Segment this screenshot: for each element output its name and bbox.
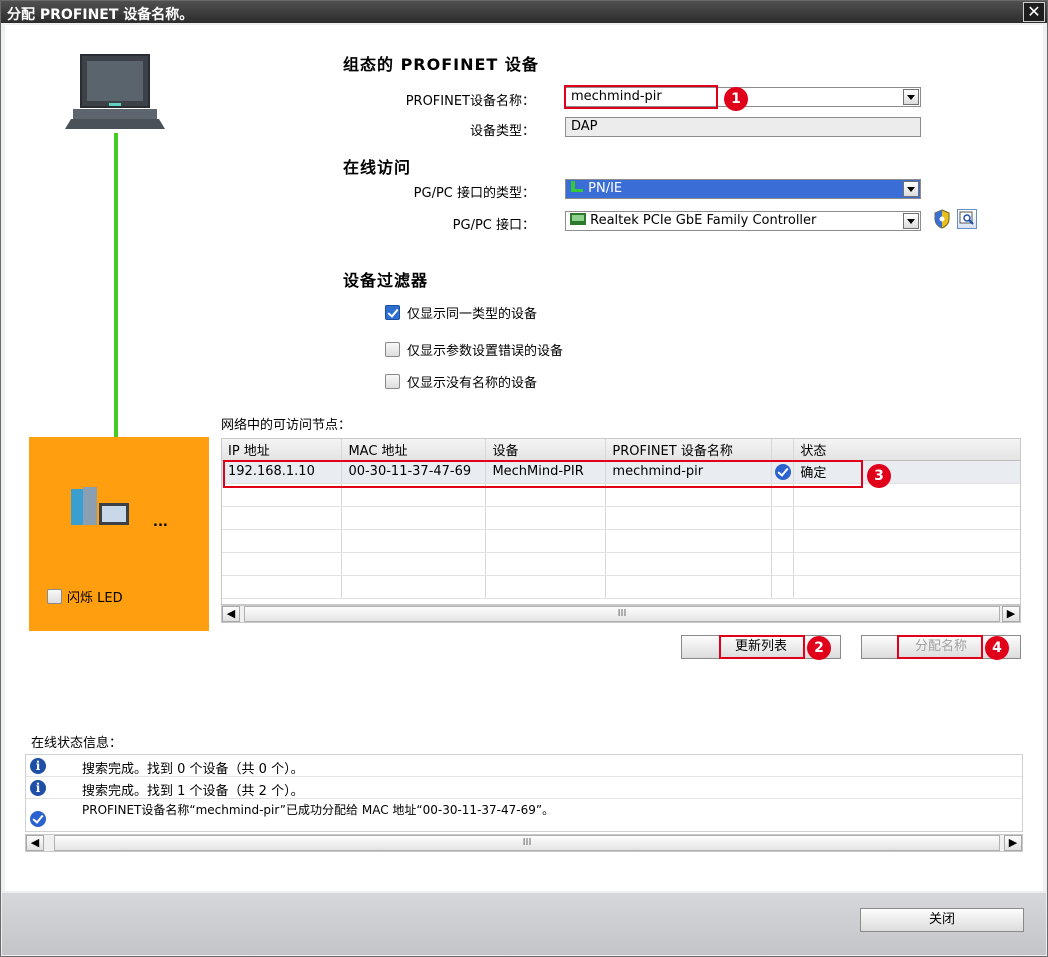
pgpc-interface-value: Realtek PCIe GbE Family Controller xyxy=(590,213,817,228)
status-list: i 搜索完成。找到 0 个设备（共 0 个）。 i 搜索完成。找到 1 个设备（… xyxy=(25,754,1023,832)
col-device-header[interactable]: 设备 xyxy=(485,439,607,461)
nodes-heading: 网络中的可访问节点： xyxy=(221,418,352,433)
pgpc-type-label: PG/PC 接口的类型： xyxy=(413,186,535,201)
device-type-label: 设备类型： xyxy=(469,124,535,139)
callout-box-3 xyxy=(223,460,863,488)
callout-badge-4: 4 xyxy=(985,636,1009,660)
table-row xyxy=(222,529,1020,553)
callout-box-2 xyxy=(719,635,805,659)
close-icon[interactable]: ✕ xyxy=(1023,2,1045,22)
filter-param-error-label: 仅显示参数设置错误的设备 xyxy=(407,344,564,359)
status-message: PROFINET设备名称“mechmind-pir”已成功分配给 MAC 地址“… xyxy=(82,803,555,817)
success-icon xyxy=(30,811,46,827)
dialog-content: ... 闪烁 LED 组态的 PROFINET 设备 PROFINET设备名称：… xyxy=(5,25,1043,891)
filter-no-name-checkbox[interactable] xyxy=(385,374,400,389)
scroll-right-icon[interactable]: ▶ xyxy=(1002,606,1020,622)
status-hscrollbar[interactable]: ◀ III ▶ xyxy=(25,834,1023,852)
scroll-thumb[interactable]: III xyxy=(244,606,1000,622)
configured-heading: 组态的 PROFINET 设备 xyxy=(343,55,539,74)
scroll-thumb[interactable]: III xyxy=(54,835,1000,851)
pgpc-interface-dropdown[interactable]: Realtek PCIe GbE Family Controller xyxy=(565,211,921,231)
flash-led-checkbox[interactable] xyxy=(47,589,62,604)
network-icon xyxy=(571,181,583,192)
device-icon xyxy=(71,487,129,525)
dialog-window: 分配 PROFINET 设备名称。 ✕ ... 闪烁 LED 组态的 PROFI… xyxy=(0,0,1048,957)
filter-param-error-checkbox[interactable] xyxy=(385,342,400,357)
col-ip-header[interactable]: IP 地址 xyxy=(222,439,343,461)
col-status-header[interactable]: 状态 xyxy=(793,439,1020,461)
list-item: i 搜索完成。找到 1 个设备（共 2 个）。 xyxy=(26,777,1022,799)
col-mac-header[interactable]: MAC 地址 xyxy=(341,439,487,461)
callout-box-1 xyxy=(564,85,718,109)
title-bar: 分配 PROFINET 设备名称。 ✕ xyxy=(1,1,1047,23)
dialog-footer: 关闭 xyxy=(2,893,1046,955)
shield-icon[interactable] xyxy=(933,209,951,229)
status-heading: 在线状态信息： xyxy=(31,736,123,751)
flash-led-label: 闪烁 LED xyxy=(67,591,123,606)
device-ellipsis: ... xyxy=(153,515,168,530)
network-card-icon xyxy=(570,213,586,225)
pgpc-computer-icon xyxy=(65,53,165,133)
device-type-field: DAP xyxy=(565,117,921,137)
pgpc-type-value: PN/IE xyxy=(588,181,623,196)
scroll-left-icon[interactable]: ◀ xyxy=(26,835,44,851)
callout-badge-2: 2 xyxy=(807,636,831,660)
scroll-left-icon[interactable]: ◀ xyxy=(222,606,240,622)
pgpc-type-dropdown-arrow[interactable] xyxy=(903,181,919,197)
info-icon: i xyxy=(30,758,46,774)
filter-no-name-label: 仅显示没有名称的设备 xyxy=(407,376,538,391)
close-button[interactable]: 关闭 xyxy=(860,908,1024,932)
callout-badge-1: 1 xyxy=(724,87,748,111)
status-message: 搜索完成。找到 0 个设备（共 0 个）。 xyxy=(82,762,304,777)
profinet-name-label: PROFINET设备名称： xyxy=(405,94,535,109)
list-item: PROFINET设备名称“mechmind-pir”已成功分配给 MAC 地址“… xyxy=(26,799,1022,831)
pgpc-interface-label: PG/PC 接口： xyxy=(452,218,535,233)
callout-badge-3: 3 xyxy=(867,464,891,488)
device-panel: ... 闪烁 LED xyxy=(29,437,209,631)
table-row xyxy=(222,506,1020,530)
callout-box-4 xyxy=(897,635,983,659)
filter-heading: 设备过滤器 xyxy=(343,271,429,290)
device-type-value: DAP xyxy=(571,119,598,134)
scroll-right-icon[interactable]: ▶ xyxy=(1004,835,1022,851)
online-access-heading: 在线访问 xyxy=(343,158,412,177)
profinet-name-dropdown-arrow[interactable] xyxy=(903,89,919,105)
pgpc-type-dropdown[interactable]: PN/IE xyxy=(565,179,921,199)
table-row xyxy=(222,552,1020,576)
table-row xyxy=(222,575,1020,599)
col-status-icon-header xyxy=(771,439,795,461)
col-name-header[interactable]: PROFINET 设备名称 xyxy=(605,439,773,461)
status-message: 搜索完成。找到 1 个设备（共 2 个）。 xyxy=(82,784,304,799)
nodes-table-header: IP 地址 MAC 地址 设备 PROFINET 设备名称 状态 xyxy=(222,439,1020,461)
filter-same-type-label: 仅显示同一类型的设备 xyxy=(407,307,538,322)
pgpc-interface-dropdown-arrow[interactable] xyxy=(903,213,919,229)
window-title: 分配 PROFINET 设备名称。 xyxy=(7,7,194,23)
nodes-hscrollbar[interactable]: ◀ III ▶ xyxy=(221,605,1021,623)
search-icon[interactable] xyxy=(957,209,977,229)
filter-same-type-checkbox[interactable] xyxy=(385,305,400,320)
info-icon: i xyxy=(30,780,46,796)
list-item: i 搜索完成。找到 0 个设备（共 0 个）。 xyxy=(26,755,1022,777)
